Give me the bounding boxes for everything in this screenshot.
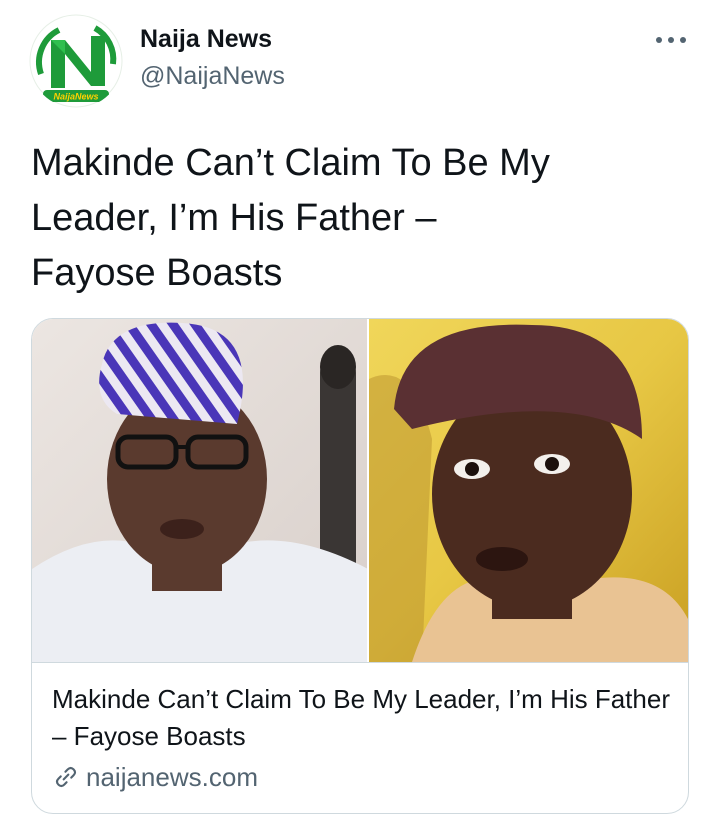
card-domain-row[interactable]: naijanews.com xyxy=(52,761,258,793)
avatar[interactable]: NaijaNews xyxy=(29,14,123,108)
card-title[interactable]: Makinde Can’t Claim To Be My Leader, I’m… xyxy=(52,681,672,755)
author-handle[interactable]: @NaijaNews xyxy=(140,62,285,91)
logo-text: NaijaNews xyxy=(53,92,98,102)
link-icon xyxy=(55,766,77,788)
article-image[interactable] xyxy=(32,319,688,663)
card-domain: naijanews.com xyxy=(86,761,258,792)
tweet-text: Makinde Can’t Claim To Be My Leader, I’m… xyxy=(31,142,550,294)
naija-news-logo-icon: NaijaNews xyxy=(29,14,123,108)
link-preview-card[interactable]: Makinde Can’t Claim To Be My Leader, I’m… xyxy=(31,318,689,814)
more-options-icon[interactable] xyxy=(654,34,688,46)
author-display-name[interactable]: Naija News xyxy=(140,25,272,54)
